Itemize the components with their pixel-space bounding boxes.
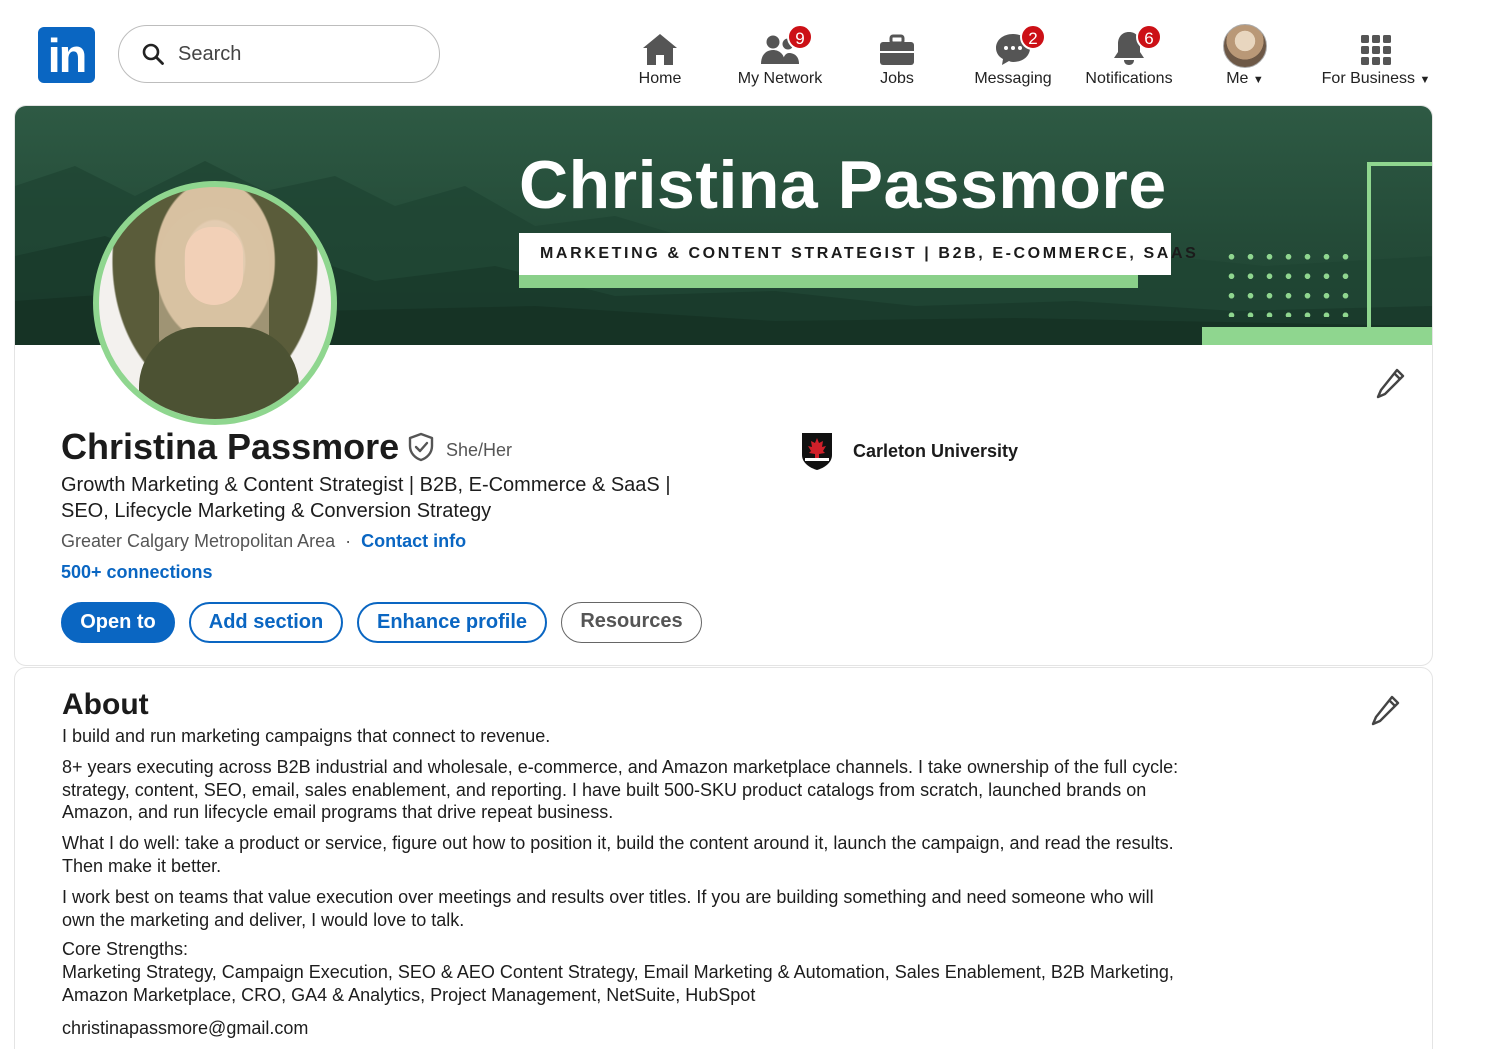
home-icon: [643, 34, 677, 65]
chevron-down-icon: ▼: [1419, 74, 1431, 86]
about-heading: About: [62, 688, 149, 721]
messaging-badge: 2: [1020, 24, 1046, 50]
banner-title: Christina Passmore: [519, 147, 1167, 223]
nav-notifications[interactable]: 6 Notifications: [1081, 24, 1177, 96]
about-paragraph: 8+ years executing across B2B industrial…: [62, 757, 1179, 822]
nav-home-label: Home: [638, 70, 682, 87]
chevron-down-icon: ▼: [1252, 74, 1264, 86]
core-strengths-heading: Core Strengths:: [62, 939, 189, 959]
banner-bar-decoration: [1202, 327, 1432, 345]
banner-subtitle: MARKETING & CONTENT STRATEGIST | B2B, E-…: [519, 233, 1196, 275]
nav-messaging[interactable]: 2 Messaging: [971, 24, 1055, 96]
about-paragraph: What I do well: take a product or servic…: [62, 833, 1174, 876]
separator-dot: ·: [345, 531, 352, 551]
search-input[interactable]: [178, 42, 418, 66]
open-to-button[interactable]: Open to: [61, 602, 175, 643]
education-item[interactable]: Carleton University: [800, 431, 1018, 471]
connections-link[interactable]: 500+ connections: [61, 562, 213, 583]
nav-my-network-label: My Network: [737, 70, 823, 87]
carleton-shield-logo: [802, 433, 832, 470]
nav-my-network[interactable]: 9 My Network: [733, 24, 827, 96]
search-bar[interactable]: [118, 25, 440, 83]
edit-intro-icon[interactable]: [1376, 367, 1406, 399]
nav-jobs-label: Jobs: [880, 70, 914, 87]
nav-me[interactable]: Me ▼: [1218, 22, 1272, 94]
profile-name: Christina Passmore: [61, 426, 400, 467]
grid-icon: [1361, 35, 1391, 65]
enhance-profile-button[interactable]: Enhance profile: [357, 602, 547, 643]
about-email: christinapassmore@gmail.com: [62, 1018, 309, 1038]
core-strengths-list: Marketing Strategy, Campaign Execution, …: [62, 962, 1174, 1005]
location-line: Greater Calgary Metropolitan Area · Cont…: [61, 531, 466, 552]
nav-notifications-label: Notifications: [1085, 70, 1173, 87]
banner-dots-decoration: [1222, 247, 1352, 317]
about-paragraph: I build and run marketing campaigns that…: [62, 726, 551, 746]
network-badge: 9: [787, 24, 813, 50]
add-section-button[interactable]: Add section: [189, 602, 343, 643]
banner-frame-decoration: [1367, 162, 1432, 332]
resources-button[interactable]: Resources: [561, 602, 702, 643]
pronouns: She/Her: [446, 440, 513, 460]
nav-for-business-label: For Business: [1321, 70, 1416, 87]
school-name: Carleton University: [853, 440, 1019, 461]
edit-about-icon[interactable]: [1371, 694, 1401, 726]
location-text: Greater Calgary Metropolitan Area: [61, 531, 336, 551]
profile-card: Christina Passmore MARKETING & CONTENT S…: [14, 105, 1433, 666]
notifications-badge: 6: [1136, 24, 1162, 50]
verified-shield-icon[interactable]: [407, 432, 435, 462]
about-paragraph: I work best on teams that value executio…: [62, 887, 1154, 930]
linkedin-logo[interactable]: in: [38, 27, 95, 83]
top-navigation: in Home 9 My Network Jobs 2 Messaging 6 …: [0, 0, 1500, 104]
briefcase-icon: [880, 34, 914, 65]
contact-info-link[interactable]: Contact info: [361, 531, 466, 551]
nav-jobs[interactable]: Jobs: [872, 24, 922, 96]
profile-headline: Growth Marketing & Content Strategist | …: [61, 474, 671, 522]
nav-messaging-label: Messaging: [974, 70, 1052, 87]
avatar[interactable]: [1223, 24, 1267, 68]
profile-photo[interactable]: [93, 181, 337, 425]
nav-for-business[interactable]: For Business ▼: [1320, 24, 1432, 96]
nav-home[interactable]: Home: [627, 24, 693, 96]
about-section: About I build and run marketing campaign…: [14, 667, 1433, 1049]
search-icon: [142, 43, 164, 65]
nav-me-label: Me: [1226, 70, 1249, 87]
